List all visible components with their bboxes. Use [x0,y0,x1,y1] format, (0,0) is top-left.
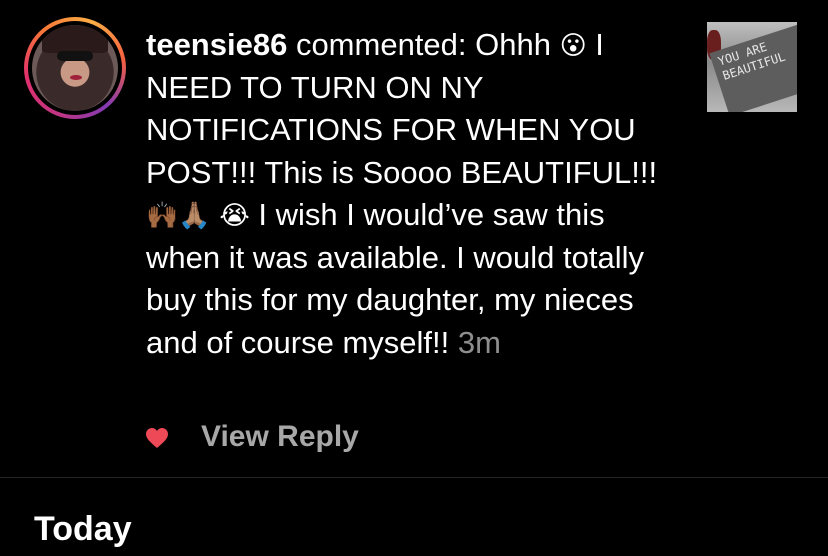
avatar-story-ring[interactable] [24,17,126,119]
action-text: commented: Ohhh [287,27,560,62]
timestamp: 3m [457,324,501,360]
thumbnail-sign-text: YOU ARE BEAUTIFUL [709,22,797,112]
view-reply-button[interactable]: View Reply [201,418,359,456]
avatar [32,25,118,111]
raised-hands-pray-emoji: 🙌🏾🙏🏽 [146,200,211,230]
crying-face-emoji: 😭 [219,200,250,230]
section-divider [0,477,828,478]
comment-text: teensie86 commented: Ohhh 😮 I NEED TO TU… [146,24,686,364]
avatar-hair [42,25,108,53]
heart-icon[interactable] [144,427,170,449]
username[interactable]: teensie86 [146,27,287,62]
section-header-today: Today [34,510,132,548]
post-thumbnail[interactable]: YOU ARE BEAUTIFUL [707,22,797,112]
surprised-face-emoji: 😮 [559,30,587,60]
avatar-sunglasses [57,51,93,61]
avatar-gap [28,21,122,115]
avatar-lips [70,75,82,80]
